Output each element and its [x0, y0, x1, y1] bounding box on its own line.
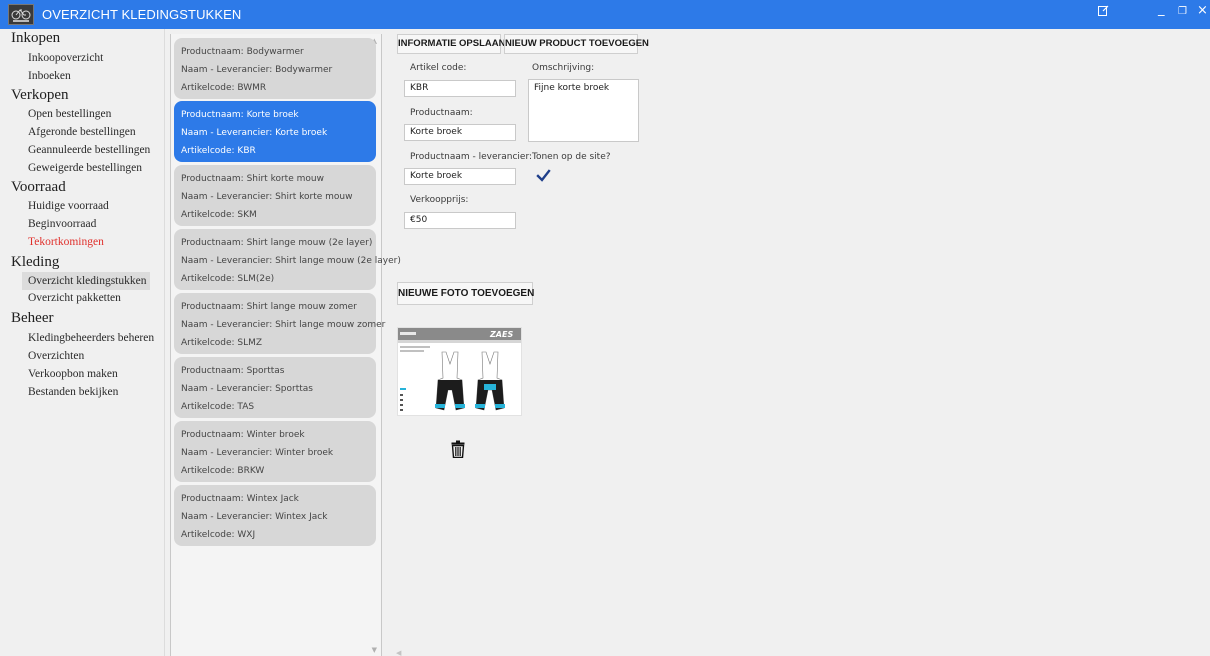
product-card[interactable]: Productnaam: Bodywarmer Naam - Leveranci… — [174, 38, 376, 99]
product-name: Productnaam: Bodywarmer — [181, 47, 304, 57]
description-label: Omschrijving: — [532, 63, 595, 73]
article-code-label: Artikel code: — [410, 63, 467, 73]
add-new-photo-button[interactable]: NIEUWE FOTO TOEVOEGEN — [397, 282, 534, 305]
sidebar-section-voorraad[interactable]: Voorraad — [11, 179, 66, 196]
photo-brand-text: ZAES — [489, 330, 513, 339]
product-supplier-name: Naam - Leverancier: Winter broek — [181, 448, 334, 458]
product-article-code: Artikelcode: WXJ — [181, 530, 256, 540]
supplier-product-name-field[interactable]: Korte broek — [404, 168, 516, 185]
title-bar: OVERZICHT KLEDINGSTUKKEN _ ❐ × — [0, 0, 1210, 29]
product-name: Productnaam: Wintex Jack — [181, 494, 299, 504]
product-name-label: Productnaam: — [410, 108, 473, 118]
sidebar-item-overzicht-kledingstukken[interactable]: Overzicht kledingstukken — [22, 272, 150, 290]
sidebar-item-huidige-voorraad[interactable]: Huidige voorraad — [28, 200, 109, 212]
sidebar-item-tekortkomingen[interactable]: Tekortkomingen — [28, 236, 104, 248]
product-card[interactable]: Productnaam: Wintex Jack Naam - Leveranc… — [174, 485, 376, 546]
product-supplier-name: Naam - Leverancier: Bodywarmer — [181, 65, 333, 75]
close-button[interactable]: × — [1197, 3, 1208, 18]
sidebar-item-overzicht-pakketten[interactable]: Overzicht pakketten — [28, 292, 121, 304]
product-article-code: Artikelcode: SKM — [181, 210, 257, 220]
sidebar: Inkopen Inkoopoverzicht Inboeken Verkope… — [0, 29, 165, 656]
product-name-field[interactable]: Korte broek — [404, 124, 516, 141]
show-on-site-label: Tonen op de site? — [532, 152, 611, 162]
scroll-down-icon[interactable]: ▼ — [372, 646, 377, 654]
product-card[interactable]: Productnaam: Shirt korte mouw Naam - Lev… — [174, 165, 376, 226]
product-name: Productnaam: Sporttas — [181, 366, 285, 376]
show-on-site-checkbox[interactable] — [535, 167, 552, 184]
description-textarea[interactable]: Fijne korte broek — [528, 79, 639, 142]
save-info-button[interactable]: INFORMATIE OPSLAAN — [397, 34, 506, 54]
sidebar-item-geweigerde-bestellingen[interactable]: Geweigerde bestellingen — [28, 162, 142, 174]
product-card[interactable]: Productnaam: Shirt lange mouw zomer Naam… — [174, 293, 385, 354]
sidebar-section-verkopen[interactable]: Verkopen — [11, 87, 68, 104]
sidebar-item-open-bestellingen[interactable]: Open bestellingen — [28, 108, 111, 120]
checkmark-icon — [536, 169, 551, 182]
sidebar-section-kleding[interactable]: Kleding — [11, 254, 59, 271]
add-new-product-button[interactable]: NIEUW PRODUCT TOEVOEGEN — [504, 34, 649, 54]
sale-price-field[interactable]: €50 — [404, 212, 516, 229]
sidebar-item-kledingbeheerders-beheren[interactable]: Kledingbeheerders beheren — [28, 332, 154, 344]
sidebar-item-geannuleerde-bestellingen[interactable]: Geannuleerde bestellingen — [28, 144, 150, 156]
product-article-code: Artikelcode: BWMR — [181, 83, 267, 93]
sidebar-item-overzichten[interactable]: Overzichten — [28, 350, 84, 362]
sidebar-section-beheer[interactable]: Beheer — [11, 310, 53, 327]
product-name: Productnaam: Shirt lange mouw (2e layer) — [181, 238, 373, 248]
product-card[interactable]: Productnaam: Shirt lange mouw (2e layer)… — [174, 229, 401, 290]
sidebar-item-inkoopoverzicht[interactable]: Inkoopoverzicht — [28, 52, 103, 64]
product-supplier-name: Naam - Leverancier: Shirt lange mouw zom… — [181, 320, 386, 330]
product-article-code: Artikelcode: SLMZ — [181, 338, 263, 348]
product-supplier-name: Naam - Leverancier: Korte broek — [181, 128, 328, 138]
sidebar-item-afgeronde-bestellingen[interactable]: Afgeronde bestellingen — [28, 126, 136, 138]
restore-button[interactable]: ❐ — [1178, 6, 1187, 17]
product-list[interactable]: ▲ Productnaam: Bodywarmer Naam - Leveran… — [170, 34, 401, 656]
sidebar-section-inkopen[interactable]: Inkopen — [11, 30, 60, 47]
product-card[interactable]: Productnaam: Winter broek Naam - Leveran… — [174, 421, 376, 482]
edit-icon[interactable] — [1098, 5, 1109, 20]
minimize-button[interactable]: _ — [1158, 2, 1165, 17]
product-card[interactable]: Productnaam: Sporttas Naam - Leverancier… — [174, 357, 376, 418]
scroll-left-icon[interactable]: ◀ — [396, 649, 401, 656]
supplier-product-name-label: Productnaam - leverancier: — [410, 152, 533, 162]
product-photo-thumbnail[interactable]: ZAES — [397, 327, 522, 416]
product-supplier-name: Naam - Leverancier: Shirt lange mouw (2e… — [181, 256, 401, 266]
product-name: Productnaam: Korte broek — [181, 110, 299, 120]
delete-photo-trash-icon[interactable] — [451, 440, 465, 459]
product-supplier-name: Naam - Leverancier: Wintex Jack — [181, 512, 328, 522]
product-name: Productnaam: Shirt lange mouw zomer — [181, 302, 357, 312]
sidebar-item-inboeken[interactable]: Inboeken — [28, 70, 71, 82]
product-supplier-name: Naam - Leverancier: Sporttas — [181, 384, 313, 394]
window-title: OVERZICHT KLEDINGSTUKKEN — [42, 7, 242, 22]
product-article-code: Artikelcode: BRKW — [181, 466, 265, 476]
product-name: Productnaam: Shirt korte mouw — [181, 174, 324, 184]
app-logo-icon — [8, 4, 34, 25]
product-supplier-name: Naam - Leverancier: Shirt korte mouw — [181, 192, 353, 202]
product-article-code: Artikelcode: TAS — [181, 402, 255, 412]
product-name: Productnaam: Winter broek — [181, 430, 305, 440]
article-code-field[interactable]: KBR — [404, 80, 516, 97]
sidebar-item-bestanden-bekijken[interactable]: Bestanden bekijken — [28, 386, 118, 398]
product-card-selected[interactable]: Productnaam: Korte broek Naam - Leveranc… — [174, 101, 376, 162]
sidebar-item-beginvoorraad[interactable]: Beginvoorraad — [28, 218, 96, 230]
sale-price-label: Verkoopprijs: — [410, 195, 469, 205]
sidebar-item-verkoopbon-maken[interactable]: Verkoopbon maken — [28, 368, 118, 380]
product-article-code: Artikelcode: KBR — [181, 146, 256, 156]
product-article-code: Artikelcode: SLM(2e) — [181, 274, 275, 284]
